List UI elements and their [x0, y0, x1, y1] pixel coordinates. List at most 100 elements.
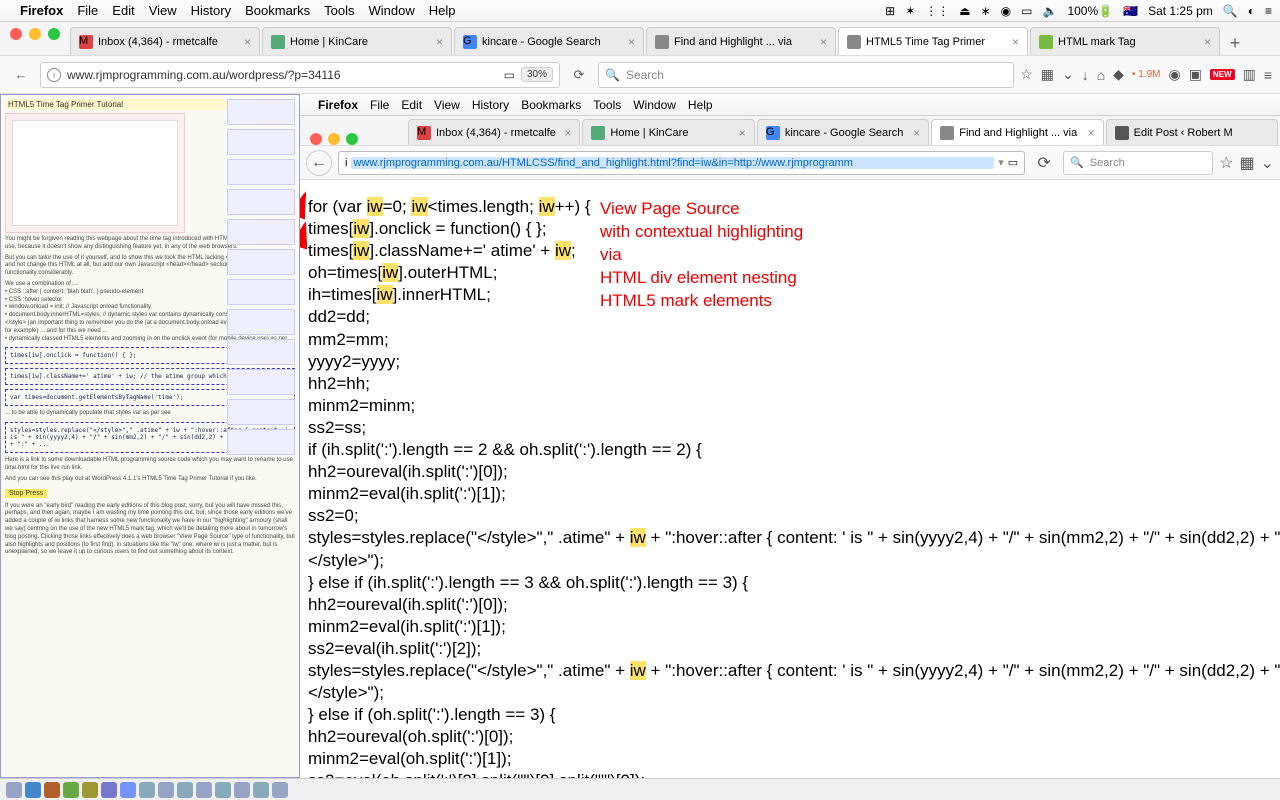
- pocket-icon[interactable]: ⌄: [1062, 66, 1074, 83]
- menu-window[interactable]: Window: [633, 98, 676, 112]
- status-icon[interactable]: ⏏: [959, 4, 970, 18]
- maximize-window-button[interactable]: [346, 133, 358, 145]
- menu-tools[interactable]: Tools: [593, 98, 621, 112]
- maximize-window-button[interactable]: [48, 28, 60, 40]
- outer-search-bar[interactable]: 🔍 Search: [598, 62, 1014, 88]
- site-info-icon[interactable]: i: [345, 157, 347, 169]
- dropdown-icon[interactable]: ▾: [998, 156, 1004, 169]
- close-tab-icon[interactable]: ×: [1012, 35, 1019, 49]
- new-badge[interactable]: NEW: [1210, 69, 1235, 80]
- menu-edit[interactable]: Edit: [401, 98, 422, 112]
- browser-tab[interactable]: Home | KinCare×: [262, 27, 452, 55]
- bluetooth-icon[interactable]: ∗: [981, 4, 991, 18]
- menu-window[interactable]: Window: [369, 3, 415, 18]
- close-tab-icon[interactable]: ×: [564, 126, 571, 140]
- dock-app-icon[interactable]: [234, 782, 250, 798]
- flag-icon[interactable]: 🇦🇺: [1123, 4, 1138, 18]
- dock-app-icon[interactable]: [253, 782, 269, 798]
- adblock-counter[interactable]: • 1.9M: [1132, 69, 1161, 80]
- notification-center-icon[interactable]: ≡: [1265, 4, 1272, 18]
- toolbar-icon[interactable]: ▦: [1239, 153, 1254, 173]
- dock-app-icon[interactable]: [101, 782, 117, 798]
- dock-app-icon[interactable]: [44, 782, 60, 798]
- menubar-app-name[interactable]: Firefox: [20, 3, 63, 18]
- browser-tab[interactable]: Edit Post ‹ Robert M: [1106, 119, 1278, 145]
- inner-url-bar[interactable]: i www.rjmprogramming.com.au/HTMLCSS/find…: [338, 151, 1025, 175]
- minimize-window-button[interactable]: [328, 133, 340, 145]
- dock-app-icon[interactable]: [139, 782, 155, 798]
- menu-help[interactable]: Help: [688, 98, 713, 112]
- menubar-clock[interactable]: Sat 1:25 pm: [1148, 4, 1213, 18]
- browser-tab[interactable]: MInbox (4,364) - rmetcalfe×: [408, 119, 580, 145]
- extension-icon[interactable]: ◉: [1168, 66, 1180, 83]
- dock-app-icon[interactable]: [82, 782, 98, 798]
- browser-tab[interactable]: Gkincare - Google Search×: [454, 27, 644, 55]
- dock-app-icon[interactable]: [177, 782, 193, 798]
- dock-app-icon[interactable]: [120, 782, 136, 798]
- status-icon[interactable]: ⋮⋮: [925, 4, 949, 18]
- home-icon[interactable]: ⌂: [1097, 67, 1105, 83]
- menu-help[interactable]: Help: [429, 3, 456, 18]
- wifi-icon[interactable]: ◉: [1001, 4, 1011, 18]
- browser-tab[interactable]: Find and Highlight ... via×: [646, 27, 836, 55]
- menu-bookmarks[interactable]: Bookmarks: [521, 98, 581, 112]
- dock-app-icon[interactable]: [158, 782, 174, 798]
- volume-icon[interactable]: 🔈: [1043, 4, 1058, 18]
- site-info-icon[interactable]: i: [47, 68, 61, 82]
- reader-mode-icon[interactable]: ▭: [504, 68, 515, 82]
- browser-tab[interactable]: Gkincare - Google Search×: [757, 119, 929, 145]
- reload-button[interactable]: ⟳: [566, 62, 592, 88]
- dock-app-icon[interactable]: [272, 782, 288, 798]
- close-window-button[interactable]: [310, 133, 322, 145]
- browser-tab[interactable]: Home | KinCare×: [582, 119, 754, 145]
- browser-tab[interactable]: HTML mark Tag×: [1030, 27, 1220, 55]
- sidebar-icon[interactable]: ▥: [1243, 66, 1256, 83]
- close-tab-icon[interactable]: ×: [436, 35, 443, 49]
- pocket-icon[interactable]: ⌄: [1261, 153, 1274, 173]
- hamburger-menu-icon[interactable]: ≡: [1264, 67, 1272, 83]
- dock-app-icon[interactable]: [6, 782, 22, 798]
- zoom-level-badge[interactable]: 30%: [521, 67, 553, 82]
- menu-view[interactable]: View: [434, 98, 460, 112]
- inner-search-bar[interactable]: 🔍 Search: [1063, 151, 1213, 175]
- dock-app-icon[interactable]: [215, 782, 231, 798]
- outer-url-bar[interactable]: i www.rjmprogramming.com.au/wordpress/?p…: [40, 62, 560, 88]
- menu-file[interactable]: File: [77, 3, 98, 18]
- bookmark-star-icon[interactable]: ☆: [1219, 153, 1233, 173]
- dock-app-icon[interactable]: [63, 782, 79, 798]
- close-tab-icon[interactable]: ×: [913, 126, 920, 140]
- close-tab-icon[interactable]: ×: [628, 35, 635, 49]
- status-icon[interactable]: ⊞: [885, 4, 895, 18]
- close-window-button[interactable]: [10, 28, 22, 40]
- left-page-thumbnail[interactable]: HTML5 Time Tag Primer Tutorial You might…: [0, 94, 300, 778]
- close-tab-icon[interactable]: ×: [1204, 35, 1211, 49]
- close-tab-icon[interactable]: ×: [244, 35, 251, 49]
- spotlight-icon[interactable]: 🔍: [1223, 4, 1238, 18]
- menu-history[interactable]: History: [191, 3, 231, 18]
- close-tab-icon[interactable]: ×: [1088, 126, 1095, 140]
- bookmark-star-icon[interactable]: ☆: [1020, 66, 1033, 83]
- browser-tab[interactable]: MInbox (4,364) - rmetcalfe×: [70, 27, 260, 55]
- menu-bookmarks[interactable]: Bookmarks: [245, 3, 310, 18]
- downloads-icon[interactable]: ↓: [1082, 67, 1089, 83]
- toolbar-icon[interactable]: ▦: [1041, 66, 1054, 83]
- browser-tab-active[interactable]: Find and Highlight ... via×: [931, 119, 1103, 145]
- menubar-app-name[interactable]: Firefox: [318, 98, 358, 112]
- reader-mode-icon[interactable]: ▭: [1008, 156, 1018, 169]
- menu-view[interactable]: View: [149, 3, 177, 18]
- siri-icon[interactable]: ◐: [1248, 4, 1255, 18]
- menu-history[interactable]: History: [472, 98, 509, 112]
- dock-app-icon[interactable]: [196, 782, 212, 798]
- reload-button[interactable]: ⟳: [1031, 150, 1057, 176]
- display-icon[interactable]: ▭: [1021, 4, 1032, 18]
- back-button[interactable]: ←: [306, 150, 332, 176]
- extension-icon[interactable]: ◆: [1113, 66, 1124, 83]
- dock-app-icon[interactable]: [25, 782, 41, 798]
- close-tab-icon[interactable]: ×: [739, 126, 746, 140]
- menu-tools[interactable]: Tools: [324, 3, 354, 18]
- back-button[interactable]: ←: [8, 62, 34, 88]
- battery-status[interactable]: 100% 🔋: [1067, 4, 1113, 18]
- close-tab-icon[interactable]: ×: [820, 35, 827, 49]
- extension-icon[interactable]: ▣: [1189, 66, 1202, 83]
- minimize-window-button[interactable]: [29, 28, 41, 40]
